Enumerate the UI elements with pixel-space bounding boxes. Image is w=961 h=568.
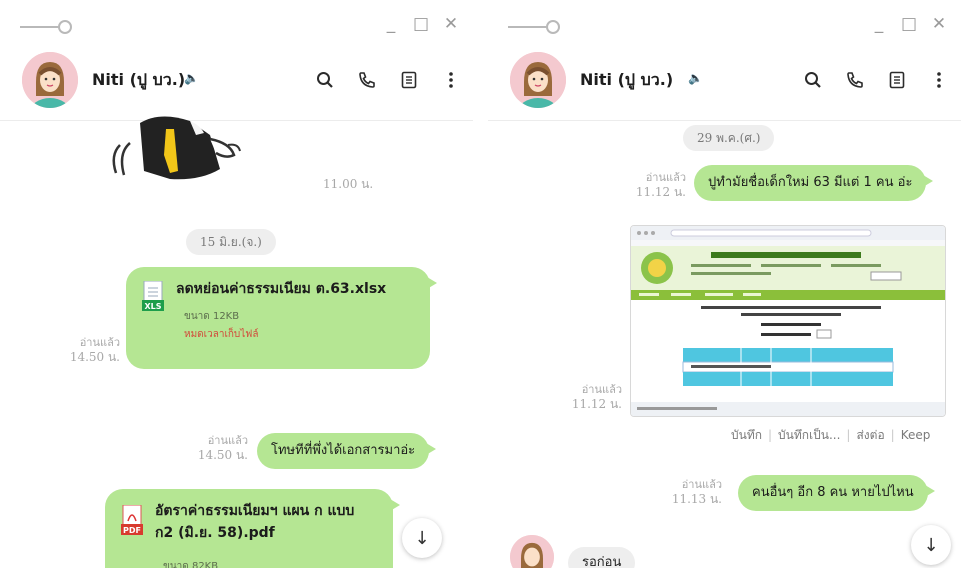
share-link[interactable]: ส่งต่อ xyxy=(856,428,884,442)
save-as-link[interactable]: บันทึกเป็น... xyxy=(778,428,840,442)
read-receipt: อ่านแล้ว 11.12 น. xyxy=(571,383,622,411)
read-receipt: อ่านแล้ว 11.13 น. xyxy=(671,478,722,506)
search-icon[interactable] xyxy=(313,68,337,92)
date-separator: 29 พ.ค.(ศ.) xyxy=(683,125,775,151)
chat-window-left: _ □ ✕ Niti (ปู บว.) 🔈 11.00 น. 15 มิ.ย.(… xyxy=(0,0,473,568)
more-icon[interactable] xyxy=(439,68,463,92)
scroll-down-button[interactable]: ↓ xyxy=(911,525,951,565)
file-expired-label: หมดเวลาเก็บไฟล์ xyxy=(184,329,259,340)
contact-name: Niti (ปู บว.) xyxy=(580,70,674,89)
chat-area[interactable]: 29 พ.ค.(ศ.) อ่านแล้ว 11.12 น. ปูทำมัยชื่… xyxy=(488,121,961,568)
arrow-down-icon: ↓ xyxy=(414,527,430,549)
screenshot-image xyxy=(631,226,945,416)
contact-name: Niti (ปู บว.) xyxy=(92,70,186,89)
mute-icon: 🔈 xyxy=(688,71,703,85)
scroll-down-button[interactable]: ↓ xyxy=(402,518,442,558)
mute-icon: 🔈 xyxy=(184,71,199,85)
save-image-link[interactable]: บันทึก xyxy=(731,428,762,442)
received-message[interactable]: รอก่อน xyxy=(568,547,636,568)
read-receipt: อ่านแล้ว 14.50 น. xyxy=(69,336,120,364)
arrow-down-icon: ↓ xyxy=(923,534,939,556)
svg-text:XLS: XLS xyxy=(144,302,161,311)
notes-icon[interactable] xyxy=(397,68,421,92)
avatar[interactable] xyxy=(510,52,566,108)
file-name-line2: ก2 (มิ.ย. 58).pdf xyxy=(155,525,275,541)
opacity-slider[interactable] xyxy=(508,20,560,34)
file-size: ขนาด 82KB xyxy=(163,561,219,568)
chat-header: Niti (ปู บว.) 🔈 xyxy=(0,46,473,121)
file-message-pdf[interactable]: PDF อัตราค่าธรรมเนียมฯ แผน ก แบบ ก2 (มิ.… xyxy=(105,489,400,568)
date-separator: 15 มิ.ย.(จ.) xyxy=(186,229,276,255)
phone-icon[interactable] xyxy=(843,68,867,92)
opacity-slider[interactable] xyxy=(20,20,72,34)
close-button[interactable]: ✕ xyxy=(443,14,459,34)
more-icon[interactable] xyxy=(927,68,951,92)
file-message-xls[interactable]: XLS ลดหย่อนค่าธรรมเนียม ต.63.xlsx ขนาด 1… xyxy=(126,267,437,369)
maximize-button[interactable]: □ xyxy=(413,14,429,34)
keep-link[interactable]: Keep xyxy=(901,428,931,442)
file-xls-icon: XLS xyxy=(142,280,164,311)
svg-text:PDF: PDF xyxy=(123,526,141,535)
close-button[interactable]: ✕ xyxy=(931,14,947,34)
message-bubble[interactable]: คนอื่นๆ อีก 8 คน หายไปไหน xyxy=(738,475,935,511)
chat-area[interactable]: 11.00 น. 15 มิ.ย.(จ.) อ่านแล้ว 14.50 น. … xyxy=(0,116,473,568)
notes-icon[interactable] xyxy=(885,68,909,92)
titlebar: _ □ ✕ xyxy=(488,0,961,46)
search-icon[interactable] xyxy=(801,68,825,92)
titlebar: _ □ ✕ xyxy=(0,0,473,46)
file-name: ลดหย่อนค่าธรรมเนียม ต.63.xlsx xyxy=(176,281,387,297)
file-pdf-icon: PDF xyxy=(121,504,143,535)
phone-icon[interactable] xyxy=(355,68,379,92)
contact-avatar-small[interactable] xyxy=(510,535,554,568)
minimize-button[interactable]: _ xyxy=(383,14,399,34)
message-bubble[interactable]: ปูทำมัยชื่อเด็กใหม่ 63 มีแต่ 1 คน อ่ะ xyxy=(694,165,934,201)
image-message[interactable] xyxy=(630,225,946,417)
sticker[interactable] xyxy=(100,115,250,185)
maximize-button[interactable]: □ xyxy=(901,14,917,34)
chat-window-right: _ □ ✕ Niti (ปู บว.) 🔈 29 พ.ค.(ศ.) อ่านแล… xyxy=(488,0,961,568)
minimize-button[interactable]: _ xyxy=(871,14,887,34)
message-bubble[interactable]: โทษทีที่พึ่งได้เอกสารมาอ่ะ xyxy=(257,433,437,469)
read-receipt: อ่านแล้ว 14.50 น. xyxy=(197,434,248,462)
sticker-time: 11.00 น. xyxy=(323,177,374,191)
file-name-line1: อัตราค่าธรรมเนียมฯ แผน ก แบบ xyxy=(155,503,355,519)
file-size: ขนาด 12KB xyxy=(184,311,240,322)
avatar[interactable] xyxy=(22,52,78,108)
read-receipt: อ่านแล้ว 11.12 น. xyxy=(635,171,686,199)
image-actions: บันทึก | บันทึกเป็น... | ส่งต่อ | Keep xyxy=(731,428,931,442)
chat-header: Niti (ปู บว.) 🔈 xyxy=(488,46,961,121)
